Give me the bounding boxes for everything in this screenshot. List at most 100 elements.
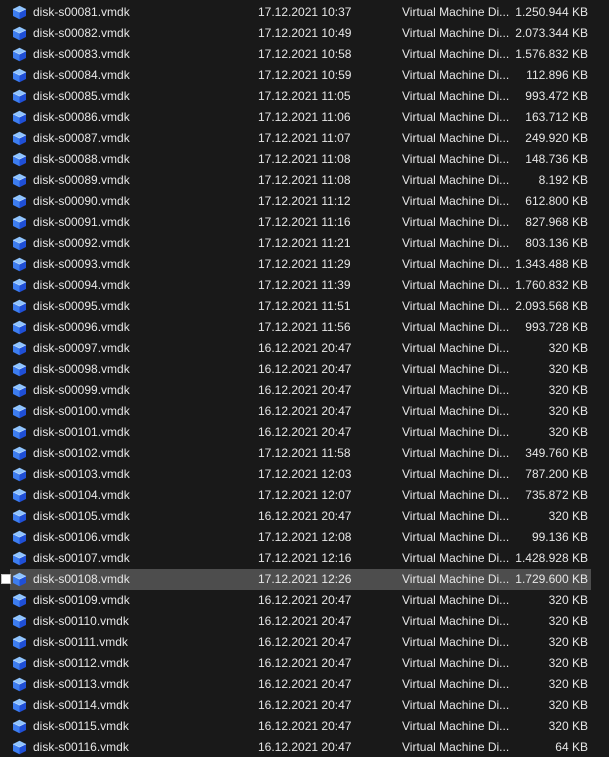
file-date-modified: 17.12.2021 11:06 [258, 110, 351, 124]
file-type: Virtual Machine Di... [402, 572, 510, 586]
file-name: disk-s00091.vmdk [33, 215, 130, 229]
file-type: Virtual Machine Di... [402, 425, 510, 439]
file-row[interactable]: disk-s00093.vmdk 17.12.2021 11:29 Virtua… [0, 254, 609, 275]
file-row[interactable]: disk-s00081.vmdk 17.12.2021 10:37 Virtua… [0, 2, 609, 23]
file-type: Virtual Machine Di... [402, 551, 510, 565]
file-row[interactable]: disk-s00089.vmdk 17.12.2021 11:08 Virtua… [0, 170, 609, 191]
file-type: Virtual Machine Di... [402, 26, 510, 40]
file-date-modified: 16.12.2021 20:47 [258, 404, 352, 418]
file-type: Virtual Machine Di... [402, 47, 510, 61]
file-name: disk-s00086.vmdk [33, 110, 130, 124]
file-row[interactable]: disk-s00101.vmdk 16.12.2021 20:47 Virtua… [0, 422, 609, 443]
vmdk-cube-icon [12, 278, 27, 293]
file-row[interactable]: disk-s00099.vmdk 16.12.2021 20:47 Virtua… [0, 380, 609, 401]
file-date-modified: 17.12.2021 12:16 [258, 551, 352, 565]
file-row[interactable]: disk-s00102.vmdk 17.12.2021 11:58 Virtua… [0, 443, 609, 464]
file-date-modified: 17.12.2021 11:16 [258, 215, 351, 229]
file-row[interactable]: disk-s00094.vmdk 17.12.2021 11:39 Virtua… [0, 275, 609, 296]
file-row[interactable]: disk-s00104.vmdk 17.12.2021 12:07 Virtua… [0, 485, 609, 506]
file-row[interactable]: disk-s00105.vmdk 16.12.2021 20:47 Virtua… [0, 506, 609, 527]
file-size: 1.343.488 KB [515, 257, 588, 271]
file-type: Virtual Machine Di... [402, 173, 510, 187]
file-row[interactable]: disk-s00112.vmdk 16.12.2021 20:47 Virtua… [0, 653, 609, 674]
file-type: Virtual Machine Di... [402, 740, 510, 754]
file-size: 993.472 KB [525, 89, 588, 103]
file-name: disk-s00110.vmdk [33, 614, 129, 628]
vmdk-cube-icon [12, 110, 27, 125]
file-row[interactable]: disk-s00090.vmdk 17.12.2021 11:12 Virtua… [0, 191, 609, 212]
file-row[interactable]: disk-s00100.vmdk 16.12.2021 20:47 Virtua… [0, 401, 609, 422]
file-type: Virtual Machine Di... [402, 446, 510, 460]
file-row[interactable]: disk-s00095.vmdk 17.12.2021 11:51 Virtua… [0, 296, 609, 317]
file-name: disk-s00083.vmdk [33, 47, 130, 61]
file-type: Virtual Machine Di... [402, 614, 510, 628]
row-checkbox[interactable] [1, 574, 11, 584]
file-type: Virtual Machine Di... [402, 320, 510, 334]
file-row[interactable]: disk-s00087.vmdk 17.12.2021 11:07 Virtua… [0, 128, 609, 149]
file-name: disk-s00087.vmdk [33, 131, 130, 145]
file-name: disk-s00105.vmdk [33, 509, 130, 523]
file-date-modified: 17.12.2021 11:05 [258, 89, 351, 103]
file-row[interactable]: disk-s00086.vmdk 17.12.2021 11:06 Virtua… [0, 107, 609, 128]
file-size: 320 KB [548, 404, 588, 418]
file-name: disk-s00100.vmdk [33, 404, 130, 418]
file-size: 612.800 KB [525, 194, 588, 208]
file-row[interactable]: disk-s00082.vmdk 17.12.2021 10:49 Virtua… [0, 23, 609, 44]
file-row[interactable]: disk-s00096.vmdk 17.12.2021 11:56 Virtua… [0, 317, 609, 338]
vmdk-cube-icon [12, 236, 27, 251]
file-row[interactable]: disk-s00083.vmdk 17.12.2021 10:58 Virtua… [0, 44, 609, 65]
file-row[interactable]: disk-s00107.vmdk 17.12.2021 12:16 Virtua… [0, 548, 609, 569]
file-row[interactable]: disk-s00116.vmdk 16.12.2021 20:47 Virtua… [0, 737, 609, 757]
file-date-modified: 17.12.2021 10:58 [258, 47, 352, 61]
file-row[interactable]: disk-s00109.vmdk 16.12.2021 20:47 Virtua… [0, 590, 609, 611]
vmdk-cube-icon [12, 26, 27, 41]
file-size: 249.920 KB [525, 131, 588, 145]
file-size: 320 KB [548, 593, 588, 607]
file-row[interactable]: disk-s00092.vmdk 17.12.2021 11:21 Virtua… [0, 233, 609, 254]
file-date-modified: 17.12.2021 10:59 [258, 68, 352, 82]
file-size: 320 KB [548, 719, 588, 733]
file-type: Virtual Machine Di... [402, 215, 510, 229]
file-size: 320 KB [548, 509, 588, 523]
file-type: Virtual Machine Di... [402, 530, 510, 544]
file-type: Virtual Machine Di... [402, 89, 510, 103]
file-row[interactable]: disk-s00111.vmdk 16.12.2021 20:47 Virtua… [0, 632, 609, 653]
file-name: disk-s00108.vmdk [33, 572, 130, 586]
vmdk-cube-icon [12, 551, 27, 566]
vmdk-cube-icon [12, 257, 27, 272]
file-name: disk-s00115.vmdk [33, 719, 129, 733]
file-row[interactable]: disk-s00106.vmdk 17.12.2021 12:08 Virtua… [0, 527, 609, 548]
vmdk-cube-icon [12, 698, 27, 713]
file-row[interactable]: disk-s00084.vmdk 17.12.2021 10:59 Virtua… [0, 65, 609, 86]
vmdk-cube-icon [12, 635, 27, 650]
file-size: 349.760 KB [525, 446, 588, 460]
file-date-modified: 17.12.2021 10:49 [258, 26, 352, 40]
file-size: 2.073.344 KB [515, 26, 588, 40]
file-size: 320 KB [548, 656, 588, 670]
file-row[interactable]: disk-s00113.vmdk 16.12.2021 20:47 Virtua… [0, 674, 609, 695]
file-type: Virtual Machine Di... [402, 362, 510, 376]
file-type: Virtual Machine Di... [402, 194, 510, 208]
file-name: disk-s00097.vmdk [33, 341, 130, 355]
file-row[interactable]: disk-s00097.vmdk 16.12.2021 20:47 Virtua… [0, 338, 609, 359]
file-date-modified: 16.12.2021 20:47 [258, 383, 352, 397]
file-row[interactable]: disk-s00115.vmdk 16.12.2021 20:47 Virtua… [0, 716, 609, 737]
file-row[interactable]: disk-s00110.vmdk 16.12.2021 20:47 Virtua… [0, 611, 609, 632]
vmdk-cube-icon [12, 341, 27, 356]
file-date-modified: 16.12.2021 20:47 [258, 509, 352, 523]
file-row[interactable]: disk-s00085.vmdk 17.12.2021 11:05 Virtua… [0, 86, 609, 107]
file-size: 787.200 KB [525, 467, 588, 481]
vmdk-cube-icon [12, 152, 27, 167]
file-name: disk-s00098.vmdk [33, 362, 130, 376]
file-name: disk-s00084.vmdk [33, 68, 130, 82]
file-row[interactable]: disk-s00103.vmdk 17.12.2021 12:03 Virtua… [0, 464, 609, 485]
vmdk-cube-icon [12, 446, 27, 461]
file-date-modified: 16.12.2021 20:47 [258, 677, 352, 691]
file-row[interactable]: disk-s00088.vmdk 17.12.2021 11:08 Virtua… [0, 149, 609, 170]
file-row[interactable]: disk-s00114.vmdk 16.12.2021 20:47 Virtua… [0, 695, 609, 716]
file-row[interactable]: disk-s00098.vmdk 16.12.2021 20:47 Virtua… [0, 359, 609, 380]
file-name: disk-s00081.vmdk [33, 5, 130, 19]
file-size: 8.192 KB [538, 173, 588, 187]
file-row[interactable]: disk-s00108.vmdk 17.12.2021 12:26 Virtua… [0, 569, 609, 590]
file-row[interactable]: disk-s00091.vmdk 17.12.2021 11:16 Virtua… [0, 212, 609, 233]
